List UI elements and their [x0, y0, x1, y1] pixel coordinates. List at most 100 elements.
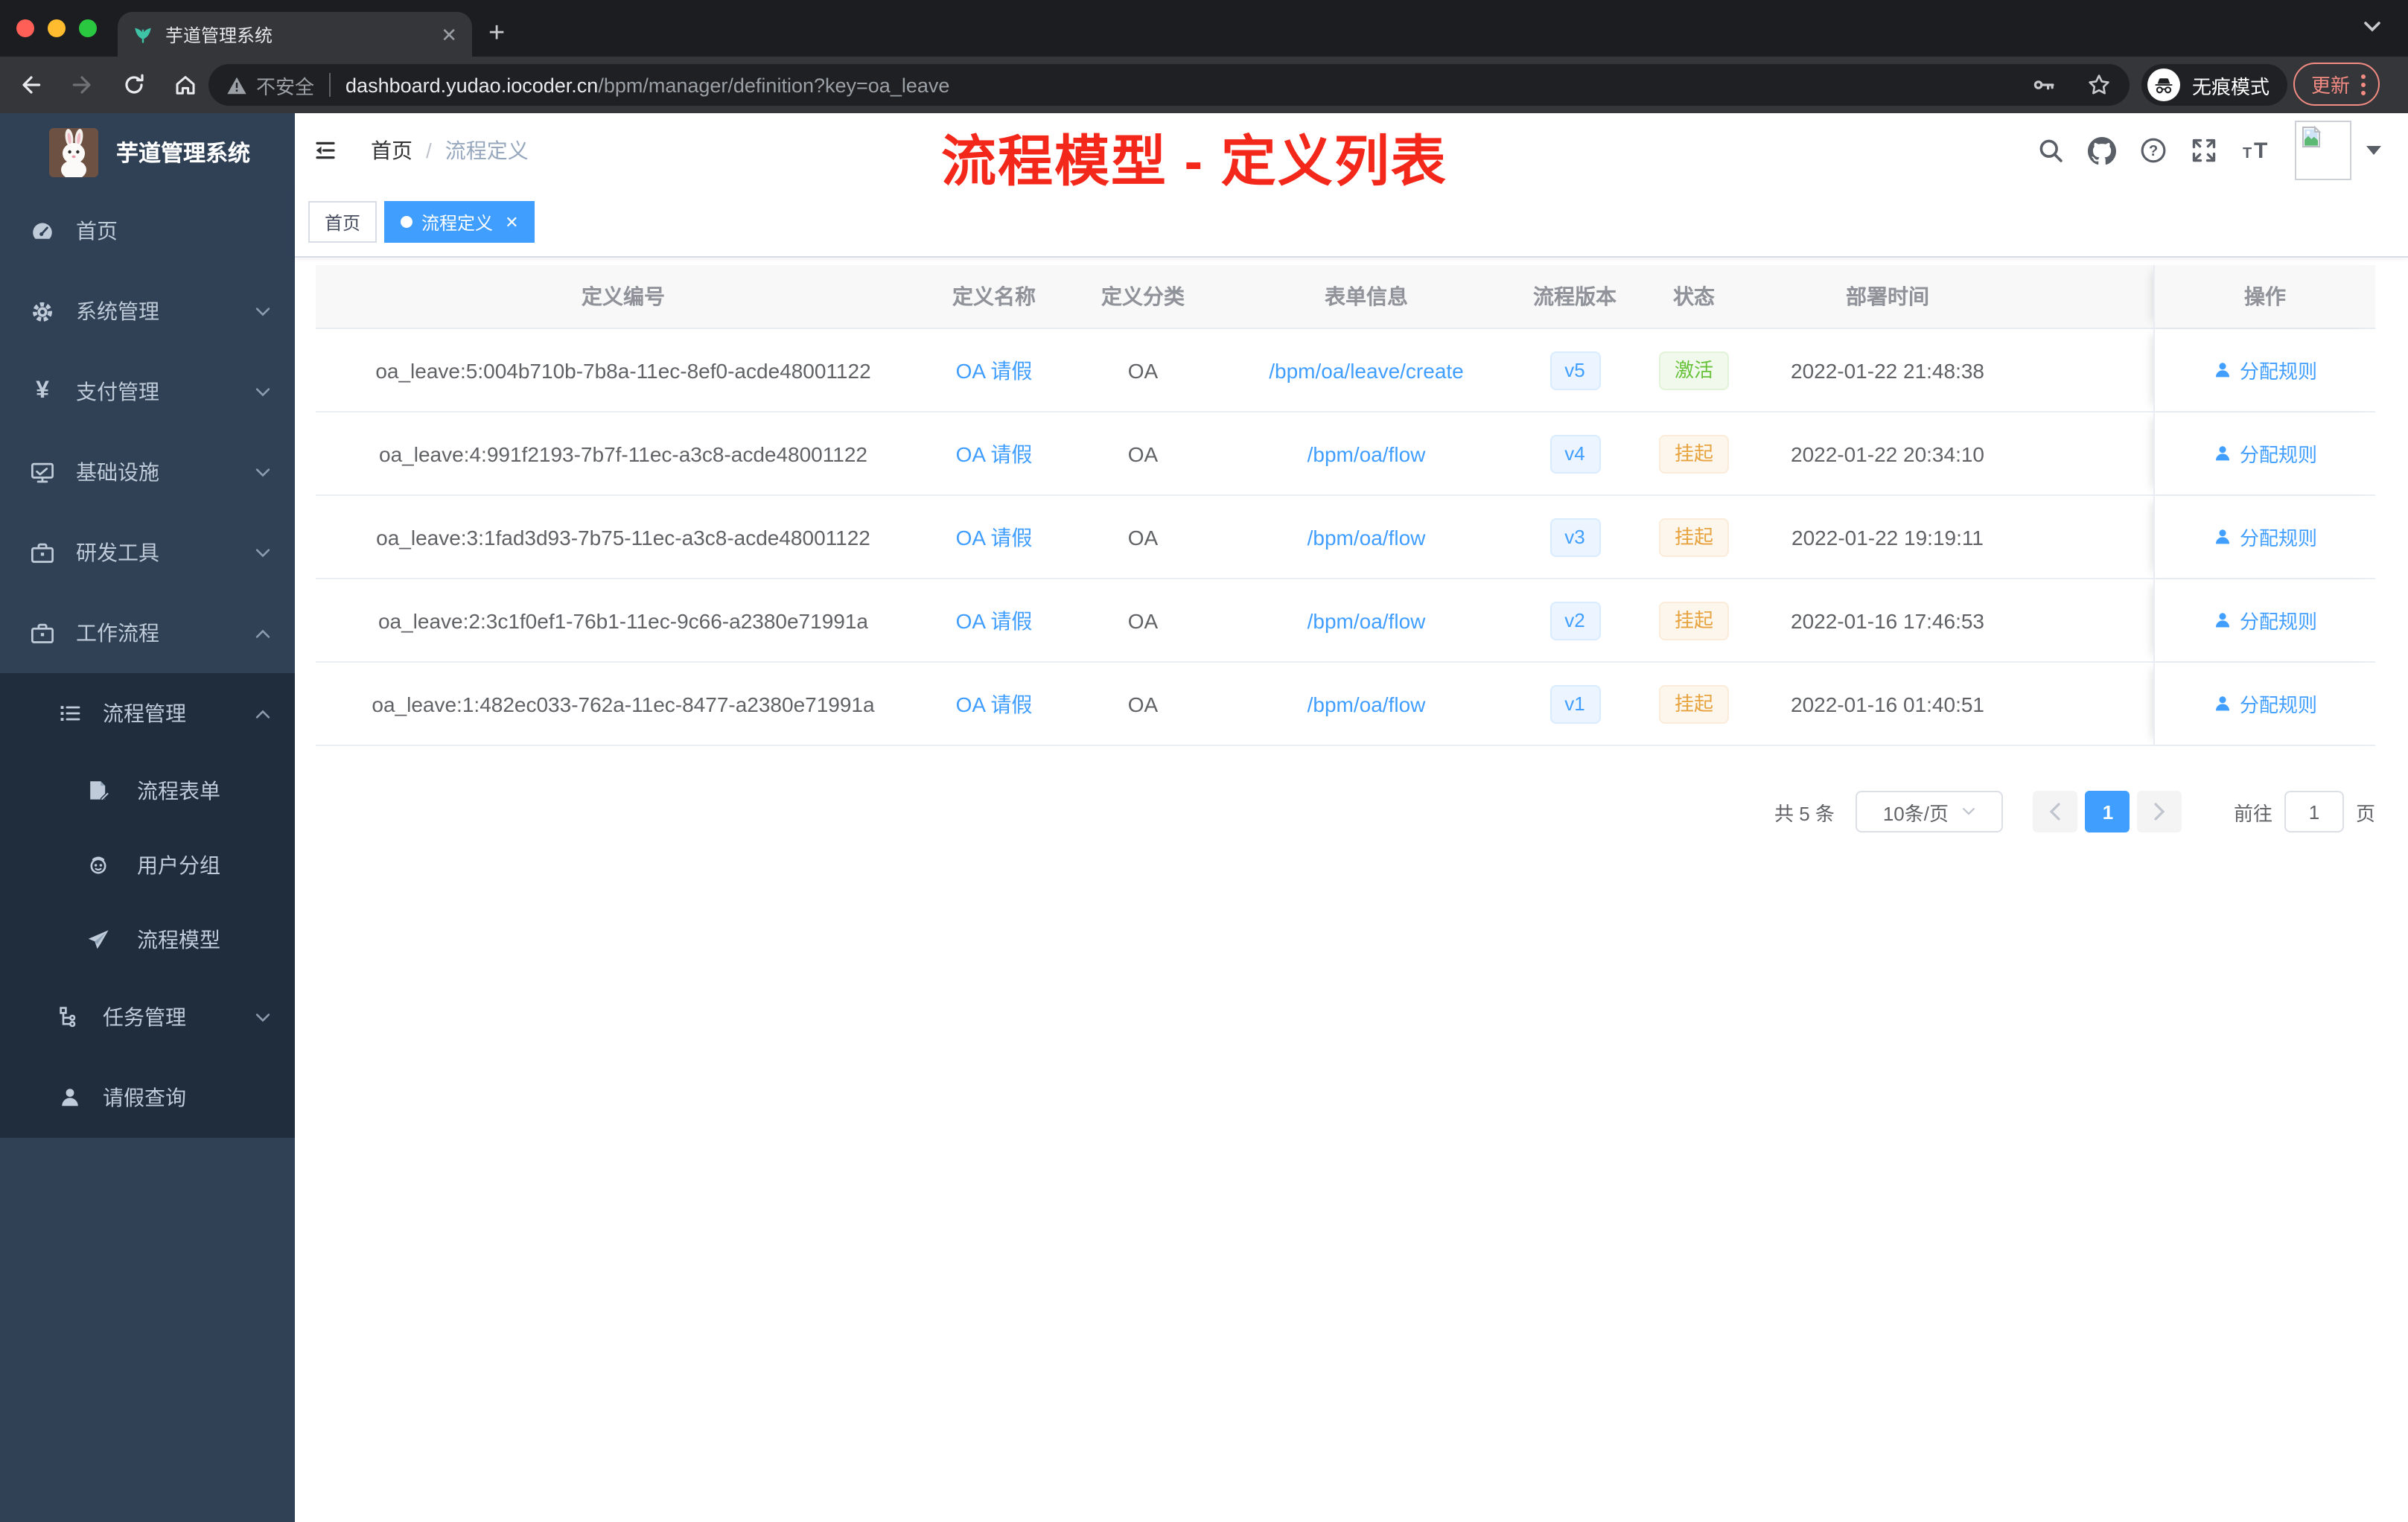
- table-row: oa_leave:1:482ec033-762a-11ec-8477-a2380…: [316, 663, 2375, 746]
- sidebar-item-home[interactable]: 首页: [0, 191, 295, 271]
- briefcase-icon: [30, 620, 55, 646]
- table-row: oa_leave:3:1fad3d93-7b75-11ec-a3c8-acde4…: [316, 496, 2375, 579]
- status-badge: 挂起: [1659, 434, 1728, 473]
- assign-rule-button[interactable]: 分配规则: [2213, 606, 2317, 634]
- tab-close-icon[interactable]: ✕: [441, 25, 457, 44]
- tag-close-icon[interactable]: ✕: [505, 212, 518, 232]
- next-page-button[interactable]: [2137, 791, 2182, 832]
- forward-icon[interactable]: [70, 73, 95, 97]
- assign-rule-button[interactable]: 分配规则: [2213, 690, 2317, 718]
- assign-rule-button[interactable]: 分配规则: [2213, 523, 2317, 551]
- group-icon: [86, 853, 110, 877]
- font-size-icon[interactable]: TT: [2241, 138, 2271, 162]
- cell-definition-id: oa_leave:2:3c1f0ef1-76b1-11ec-9c66-a2380…: [378, 608, 868, 632]
- form-info-link[interactable]: /bpm/oa/flow: [1307, 525, 1426, 549]
- search-icon[interactable]: [2037, 137, 2064, 164]
- url-path: /bpm/manager/definition?key=oa_leave: [598, 74, 950, 96]
- address-divider: [329, 73, 331, 97]
- reload-icon[interactable]: [122, 73, 146, 97]
- back-icon[interactable]: [18, 73, 43, 97]
- page-size-select[interactable]: 10条/页: [1855, 791, 2003, 832]
- tab-search-chevron-icon[interactable]: [2363, 21, 2381, 33]
- sidebar-item-label: 研发工具: [76, 541, 159, 564]
- monitor-icon: [30, 459, 55, 485]
- sidebar-item-label: 请假查询: [103, 1086, 186, 1109]
- browser-update-button[interactable]: 更新: [2293, 63, 2380, 106]
- cell-deploy-time: 2022-01-16 17:46:53: [1791, 608, 1984, 632]
- sidebar-logo-bar[interactable]: 芋道管理系统: [0, 113, 295, 191]
- svg-text:?: ?: [2149, 143, 2158, 159]
- browser-tab[interactable]: 芋道管理系统 ✕: [118, 12, 472, 57]
- table-header: 定义编号 定义名称 定义分类 表单信息 流程版本 状态 部署时间 操作: [316, 265, 2375, 329]
- table-row: oa_leave:4:991f2193-7b7f-11ec-a3c8-acde4…: [316, 413, 2375, 496]
- breadcrumb-home[interactable]: 首页: [371, 136, 413, 165]
- assign-rule-button[interactable]: 分配规则: [2213, 356, 2317, 384]
- sidebar-item-leave-query[interactable]: 请假查询: [0, 1057, 295, 1138]
- chevron-down-icon: [255, 306, 271, 316]
- sidebar-item-infrastructure[interactable]: 基础设施: [0, 432, 295, 512]
- browser-tabstrip: 芋道管理系统 ✕ +: [0, 0, 2408, 57]
- tag-label: 流程定义: [421, 212, 494, 233]
- home-icon[interactable]: [173, 73, 198, 97]
- pagination-total: 共 5 条: [1774, 802, 1835, 824]
- window-minimize-button[interactable]: [48, 19, 66, 37]
- version-badge: v4: [1549, 434, 1600, 473]
- col-header-deploy-time: 部署时间: [1846, 284, 1929, 308]
- person-icon: [2215, 696, 2230, 711]
- sidebar-item-user-group[interactable]: 用户分组: [0, 828, 295, 902]
- main-area: 首页 / 流程定义 流程模型 - 定义列表 ? TT 首页 流程定义 ✕ 定义编…: [295, 113, 2408, 1522]
- version-badge: v5: [1549, 351, 1600, 389]
- definition-name-link[interactable]: OA 请假: [956, 358, 1033, 382]
- definition-name-link[interactable]: OA 请假: [956, 608, 1033, 632]
- tag-process-definition[interactable]: 流程定义 ✕: [384, 201, 535, 243]
- fullscreen-icon[interactable]: [2191, 137, 2217, 164]
- sidebar-item-workflow[interactable]: 工作流程: [0, 593, 295, 673]
- cell-definition-id: oa_leave:5:004b710b-7b8a-11ec-8ef0-acde4…: [375, 358, 871, 382]
- tree-icon: [58, 1005, 82, 1029]
- definition-name-link[interactable]: OA 请假: [956, 442, 1033, 465]
- new-tab-button[interactable]: +: [488, 15, 505, 54]
- sidebar-item-label: 工作流程: [76, 621, 159, 645]
- github-icon[interactable]: [2088, 136, 2116, 165]
- help-question-icon[interactable]: ?: [2140, 137, 2167, 164]
- tag-home[interactable]: 首页: [308, 201, 378, 243]
- avatar[interactable]: [2295, 121, 2351, 180]
- assign-rule-button[interactable]: 分配规则: [2213, 439, 2317, 468]
- prev-page-button[interactable]: [2033, 791, 2078, 832]
- sidebar-item-process-model[interactable]: 流程模型: [0, 902, 295, 977]
- browser-chrome: 芋道管理系统 ✕ + 不安全 dashboard.yudao.iocoder.c…: [0, 0, 2408, 113]
- sidebar-item-task-management[interactable]: 任务管理: [0, 977, 295, 1057]
- paper-plane-icon: [86, 928, 110, 952]
- incognito-icon: [2147, 69, 2180, 101]
- sidebar-fold-icon[interactable]: [313, 138, 338, 162]
- sidebar-item-process-management[interactable]: 流程管理: [0, 673, 295, 754]
- password-key-icon[interactable]: [2031, 73, 2057, 97]
- bookmark-star-icon[interactable]: [2086, 73, 2112, 97]
- window-close-button[interactable]: [16, 19, 34, 37]
- window-zoom-button[interactable]: [79, 19, 97, 37]
- chevron-down-icon: [1962, 808, 1974, 815]
- sidebar-item-devtools[interactable]: 研发工具: [0, 512, 295, 593]
- page-content: 定义编号 定义名称 定义分类 表单信息 流程版本 状态 部署时间 操作 oa_l…: [295, 258, 2408, 832]
- form-info-link[interactable]: /bpm/oa/flow: [1307, 692, 1426, 716]
- form-info-link[interactable]: /bpm/oa/flow: [1307, 608, 1426, 632]
- goto-page-input[interactable]: [2284, 791, 2344, 832]
- toolbox-icon: [30, 540, 55, 565]
- cell-category: OA: [1127, 358, 1159, 382]
- page-number-current[interactable]: 1: [2085, 791, 2130, 832]
- definition-name-link[interactable]: OA 请假: [956, 692, 1033, 716]
- sidebar: 芋道管理系统 首页 系统管理 ¥ 支付管理 基础设施 研发工具 工作流程 流程管…: [0, 113, 295, 1522]
- address-bar[interactable]: 不安全 dashboard.yudao.iocoder.cn/bpm/manag…: [208, 64, 2130, 106]
- sidebar-item-system[interactable]: 系统管理: [0, 271, 295, 351]
- chevron-up-icon: [255, 628, 271, 638]
- tag-active-dot: [401, 216, 413, 228]
- cell-category: OA: [1127, 692, 1159, 716]
- sidebar-item-process-form[interactable]: 流程表单: [0, 754, 295, 828]
- url-host: dashboard.yudao.iocoder.cn: [345, 74, 599, 96]
- sidebar-item-payment[interactable]: ¥ 支付管理: [0, 351, 295, 432]
- definition-name-link[interactable]: OA 请假: [956, 525, 1033, 549]
- navbar: 首页 / 流程定义 流程模型 - 定义列表 ? TT: [295, 113, 2408, 192]
- form-info-link[interactable]: /bpm/oa/leave/create: [1269, 358, 1464, 382]
- avatar-caret-down-icon[interactable]: [2366, 146, 2381, 155]
- form-info-link[interactable]: /bpm/oa/flow: [1307, 442, 1426, 465]
